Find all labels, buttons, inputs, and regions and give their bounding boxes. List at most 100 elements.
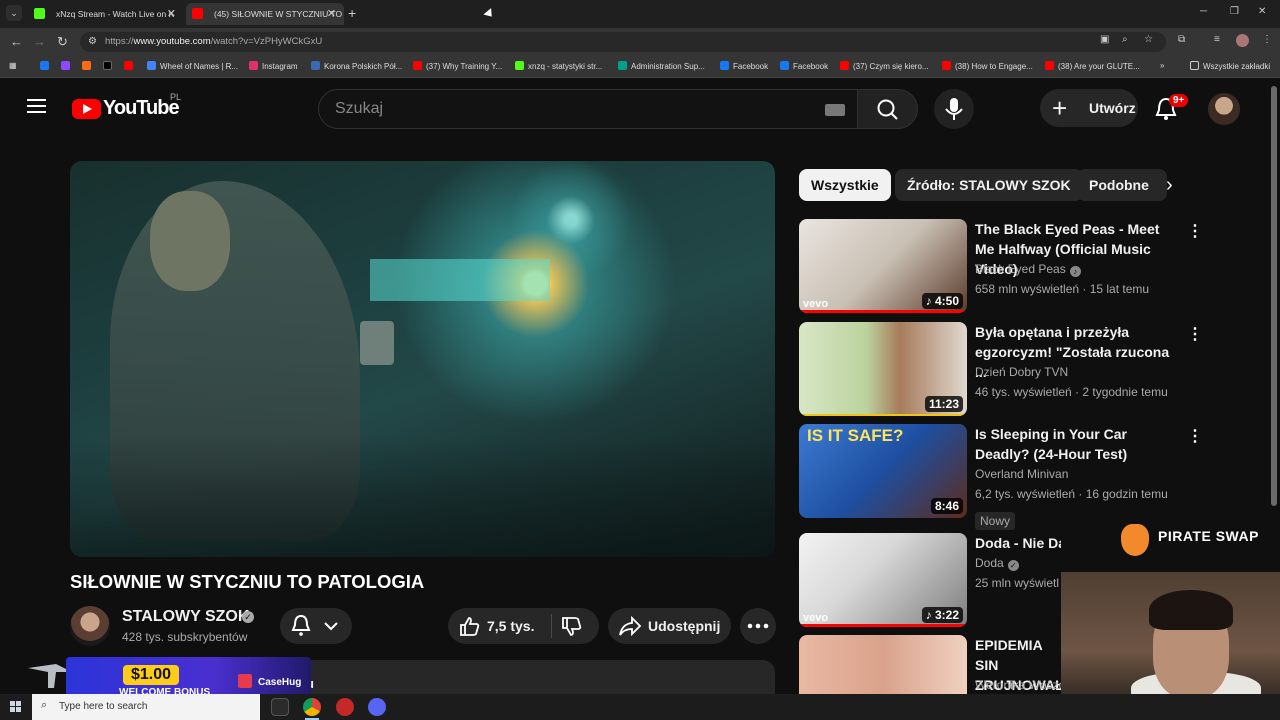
promo-amount: $1.00	[123, 665, 180, 685]
extensions-icon[interactable]: ⧉	[1178, 34, 1185, 45]
bookmark-item[interactable]: Korona Polskich Pół...	[311, 61, 402, 71]
taskbar-search-input[interactable]: ⌕ Type here to search	[32, 694, 260, 720]
account-avatar[interactable]	[1208, 93, 1240, 125]
terminal-app-icon[interactable]	[271, 698, 289, 716]
sponsor-name: PIRATE SWAP	[1158, 528, 1259, 544]
profile-avatar-icon[interactable]	[1236, 34, 1249, 47]
recommendation-channel[interactable]: Black Eyed Peas ♪	[975, 262, 1081, 277]
duration-badge: 11:23	[924, 396, 963, 412]
bookmarks-overflow-chevron-icon[interactable]: »	[1160, 61, 1164, 70]
subscription-notifications-button[interactable]	[280, 608, 352, 644]
video-frame-table	[370, 259, 550, 301]
discord-app-icon[interactable]	[368, 698, 386, 716]
close-tab-icon[interactable]: ✕	[167, 3, 176, 25]
more-actions-button[interactable]	[740, 608, 776, 644]
video-thumbnail[interactable]: 11:23	[799, 322, 967, 416]
video-thumbnail[interactable]: vevo ♪ 3:22	[799, 533, 967, 627]
minimize-icon[interactable]: ─	[1200, 6, 1207, 17]
search-icon	[877, 99, 898, 120]
windows-start-icon[interactable]	[10, 701, 22, 713]
tab-search-chevron-icon[interactable]: ⌄	[6, 5, 22, 21]
browser-tab-kick[interactable]: xNzq Stream - Watch Live on K ✕	[28, 3, 184, 25]
url-path: /watch?v=VzPHyWCkGxU	[210, 36, 323, 47]
bookmark-item[interactable]: xnzq - statystyki str...	[515, 61, 602, 71]
share-button[interactable]: Udostępnij	[608, 608, 731, 644]
video-thumbnail[interactable]: IS IT SAFE? 8:46	[799, 424, 967, 518]
like-count[interactable]: 7,5 tys.	[487, 618, 534, 634]
chip-source-channel[interactable]: Źródło: STALOWY SZOK	[895, 169, 1083, 201]
recommendation-channel[interactable]: Weronika Woszc	[975, 678, 1065, 692]
media-controls-icon[interactable]: ≡	[1214, 34, 1220, 45]
video-thumbnail[interactable]	[799, 635, 967, 695]
more-vertical-icon[interactable]: ⋮	[1187, 221, 1203, 241]
address-bar[interactable]: ⚙ https://www.youtube.com/watch?v=VzPHyW…	[80, 32, 1166, 52]
recommendation-item[interactable]: 11:23 Była opętana i przeżyła egzorcyzm!…	[799, 322, 1203, 418]
video-thumbnail[interactable]: vevo ♪ 4:50	[799, 219, 967, 313]
bookmark-item[interactable]: (37) Why Training Y...	[413, 61, 502, 71]
recommendation-channel[interactable]: Overland Minivan	[975, 467, 1068, 481]
like-divider	[551, 614, 552, 638]
window-close-icon[interactable]: ✕	[1258, 6, 1266, 17]
browser-toolbar: ← → ↻ ⚙ https://www.youtube.com/watch?v=…	[0, 28, 1280, 56]
casehug-logo-icon	[238, 674, 252, 688]
youtube-masthead: YouTube PL Szukaj + Utwórz 9+	[0, 80, 1280, 136]
bookmark-item[interactable]: Instagram	[249, 61, 298, 71]
video-frame-shadow	[70, 437, 775, 557]
apps-grid-icon[interactable]: ▦	[9, 61, 17, 70]
share-label: Udostępnij	[648, 618, 721, 634]
restore-icon[interactable]: ❐	[1230, 6, 1239, 17]
bookmark-item[interactable]: (38) Are your GLUTE...	[1045, 61, 1140, 71]
back-arrow-icon[interactable]: ←	[10, 34, 23, 49]
bookmark-item[interactable]: Facebook	[780, 61, 828, 71]
recommendation-item[interactable]: vevo ♪ 4:50 The Black Eyed Peas - Meet M…	[799, 219, 1203, 315]
channel-name[interactable]: STALOWY SZOK	[122, 608, 249, 626]
site-info-icon[interactable]: ⚙	[88, 32, 97, 52]
bookmark-item[interactable]: Wheel of Names | R...	[147, 61, 238, 71]
close-tab-icon[interactable]: ✕	[327, 3, 336, 25]
reload-icon[interactable]: ↻	[57, 34, 68, 50]
recommendation-channel[interactable]: Doda ✓	[975, 556, 1019, 571]
recommendation-title[interactable]: Is Sleeping in Your Car Deadly? (24-Hour…	[975, 424, 1175, 464]
forward-arrow-icon[interactable]: →	[33, 34, 46, 49]
recommendation-meta: 658 mln wyświetleń · 15 lat temu	[975, 282, 1150, 296]
browser-tab-youtube[interactable]: (45) SIŁOWNIE W STYCZNIU TO ✕	[186, 3, 344, 25]
search-button[interactable]	[857, 89, 918, 129]
search-icon: ⌕	[41, 699, 48, 711]
bookmark-item[interactable]: (38) How to Engage...	[942, 61, 1033, 71]
all-bookmarks-folder[interactable]: Wszystkie zakładki	[1190, 61, 1270, 71]
bookmark-facebook-icon[interactable]	[40, 61, 53, 71]
create-button[interactable]: + Utwórz	[1040, 89, 1138, 127]
bookmark-item[interactable]: Facebook	[720, 61, 768, 71]
bookmark-ahrefs-icon[interactable]	[82, 61, 95, 71]
new-tab-plus-icon[interactable]: +	[348, 5, 356, 21]
bookmark-youtube-icon[interactable]	[124, 61, 137, 71]
browser-menu-icon[interactable]: ⋮	[1262, 34, 1272, 45]
voice-search-button[interactable]	[934, 89, 974, 129]
bookmark-item[interactable]: (37) Czym się kiero...	[840, 61, 929, 71]
video-player[interactable]	[70, 161, 775, 557]
install-app-icon[interactable]: ▣	[1100, 34, 1109, 45]
keyboard-icon[interactable]	[825, 104, 845, 116]
create-label: Utwórz	[1089, 100, 1136, 116]
chip-all[interactable]: Wszystkie	[799, 169, 891, 201]
bookmark-twitch-icon[interactable]	[61, 61, 74, 71]
bookmark-star-icon[interactable]: ☆	[1144, 34, 1153, 45]
tab-label: (45) SIŁOWNIE W STYCZNIU TO	[214, 9, 343, 19]
bookmark-item[interactable]: Administration Sup...	[618, 61, 705, 71]
more-vertical-icon[interactable]: ⋮	[1187, 324, 1203, 344]
channel-avatar[interactable]	[70, 606, 110, 646]
chrome-app-icon[interactable]	[303, 698, 321, 720]
recommendation-channel[interactable]: Dzień Dobry TVN	[975, 365, 1068, 379]
page-scrollbar[interactable]	[1271, 86, 1277, 506]
search-input[interactable]: Szukaj	[318, 89, 858, 129]
more-vertical-icon[interactable]: ⋮	[1187, 426, 1203, 446]
bookmark-x-icon[interactable]	[103, 61, 116, 71]
thumbs-down-icon[interactable]	[560, 616, 582, 638]
zoom-icon[interactable]: ⌕	[1122, 34, 1128, 45]
recommendation-meta: 46 tys. wyświetleń · 2 tygodnie temu	[975, 385, 1168, 399]
hamburger-menu-icon[interactable]	[27, 99, 46, 113]
thumbs-up-icon[interactable]	[458, 615, 480, 637]
chevron-right-icon[interactable]: ›	[1166, 174, 1173, 197]
chip-similar[interactable]: Podobne	[1077, 169, 1167, 201]
app-icon[interactable]	[336, 698, 354, 716]
